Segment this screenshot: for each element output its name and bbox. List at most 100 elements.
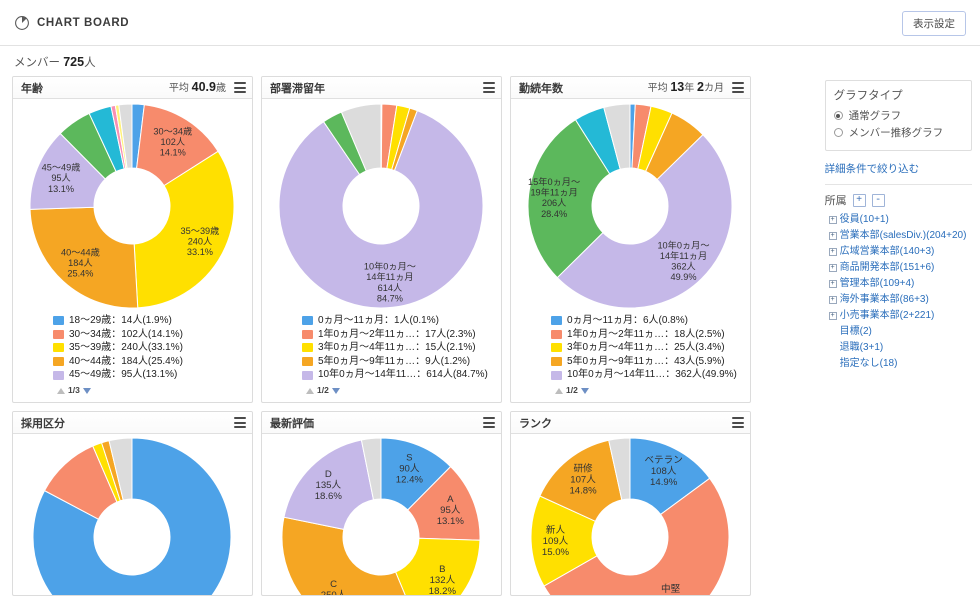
- affiliation-tree-item[interactable]: + 役員(10+1): [828, 212, 972, 228]
- legend-next-page-icon[interactable]: [82, 387, 91, 394]
- affiliation-header: 所属 + -: [825, 192, 972, 208]
- leaf-node-icon: [829, 360, 837, 368]
- hamburger-icon[interactable]: [483, 417, 495, 428]
- expand-all-button[interactable]: +: [852, 193, 866, 207]
- legend-item[interactable]: 45〜49歳：95人(13.1%): [53, 368, 246, 382]
- affiliation-tree-label: 広域営業本部(140+3): [839, 246, 935, 257]
- legend-item[interactable]: 5年0ヵ月〜9年11ヵ…：9人(1.2%): [302, 355, 495, 369]
- affiliation-tree-item[interactable]: + 海外事業本部(86+3): [828, 292, 972, 308]
- legend-prev-page-icon[interactable]: [57, 387, 65, 394]
- donut-chart[interactable]: ベテラン108人14.9%中堅376人51.9%新人109人15.0%研修107…: [511, 434, 750, 595]
- affiliation-tree-item[interactable]: + 管理本部(109+4): [828, 276, 972, 292]
- chart-average: 平均 13年 2カ月: [647, 79, 724, 94]
- chart-title: 最新評価: [270, 417, 314, 430]
- affiliation-tree-label: 指定なし(18): [839, 358, 898, 369]
- legend-swatch: [551, 370, 562, 380]
- affiliation-tree-label: 役員(10+1): [839, 214, 889, 225]
- chart-card-latest-rating: 最新評価 S90人12.4%A95人13.1%B132人18.2%C250人34.…: [261, 411, 502, 596]
- legend-swatch: [302, 370, 313, 380]
- legend-prev-page-icon[interactable]: [306, 387, 314, 394]
- affiliation-tree-item[interactable]: + 広域営業本部(140+3): [828, 244, 972, 260]
- legend-swatch: [551, 316, 562, 326]
- legend-item[interactable]: 3年0ヵ月〜4年11ヵ…：15人(2.1%): [302, 341, 495, 355]
- legend-label: 5年0ヵ月〜9年11ヵ…：9人(1.2%): [318, 355, 471, 367]
- affiliation-tree-label: 小売事業本部(2+221): [839, 310, 935, 321]
- chart-canvas: S90人12.4%A95人13.1%B132人18.2%C250人34.5%D1…: [262, 434, 501, 595]
- legend-item[interactable]: 5年0ヵ月〜9年11ヵ…：43人(5.9%): [551, 355, 744, 369]
- donut-chart[interactable]: 10年0ヵ月〜 14年11ヵ月 614人 84.7%: [262, 99, 501, 314]
- chart-card-header: 勤続年数 平均 13年 2カ月: [511, 77, 750, 99]
- hamburger-icon[interactable]: [234, 82, 246, 93]
- advanced-filter-link[interactable]: 詳細条件で絞り込む: [825, 161, 972, 176]
- legend-item[interactable]: 0ヵ月〜11ヵ月：1人(0.1%): [302, 314, 495, 328]
- legend-item[interactable]: 40〜44歳：184人(25.4%): [53, 355, 246, 369]
- chart-card-header: ランク: [511, 412, 750, 434]
- legend-item[interactable]: 35〜39歳：240人(33.1%): [53, 341, 246, 355]
- expand-node-icon[interactable]: +: [828, 280, 837, 288]
- legend-next-page-icon[interactable]: [331, 387, 340, 394]
- legend-item[interactable]: 1年0ヵ月〜2年11ヵ…：18人(2.5%): [551, 328, 744, 342]
- sidebar: グラフタイプ 通常グラフ メンバー推移グラフ 詳細条件で絞り込む 所属 + - …: [824, 76, 972, 372]
- expand-node-icon[interactable]: +: [828, 264, 837, 272]
- hamburger-icon[interactable]: [732, 417, 744, 428]
- hamburger-icon[interactable]: [732, 82, 744, 93]
- expand-node-icon[interactable]: +: [828, 312, 837, 320]
- legend-swatch: [302, 357, 313, 367]
- hamburger-icon[interactable]: [483, 82, 495, 93]
- legend-label: 3年0ヵ月〜4年11ヵ…：25人(3.4%): [567, 342, 725, 354]
- legend-swatch: [551, 357, 562, 367]
- member-count-summary: メンバー 725人: [0, 46, 980, 76]
- legend-prev-page-icon[interactable]: [555, 387, 563, 394]
- legend-item[interactable]: 18〜29歳：14人(1.9%): [53, 314, 246, 328]
- expand-node-icon[interactable]: +: [828, 296, 837, 304]
- graph-type-option-normal[interactable]: 通常グラフ: [833, 108, 963, 123]
- donut-chart[interactable]: 10年0ヵ月〜 14年11ヵ月 362人 49.9%15年0ヵ月〜 19年11ヵ月 206…: [511, 99, 750, 314]
- expand-node-icon[interactable]: +: [828, 232, 837, 240]
- chart-card-body: S90人12.4%A95人13.1%B132人18.2%C250人34.5%D1…: [262, 434, 501, 595]
- display-settings-button[interactable]: 表示設定: [902, 11, 966, 36]
- donut-chart[interactable]: [13, 434, 252, 595]
- hamburger-icon[interactable]: [234, 417, 246, 428]
- expand-node-icon[interactable]: +: [828, 248, 837, 256]
- graph-type-option-trend-label: メンバー推移グラフ: [848, 127, 944, 139]
- legend-label: 1年0ヵ月〜2年11ヵ…：17人(2.3%): [318, 328, 476, 340]
- chart-grid: 年齢 平均 40.9歳 30〜34歳 102人 14.1% 35〜39歳 240人 33.1%…: [12, 76, 815, 596]
- affiliation-tree-item[interactable]: + 商品開発本部(151+6): [828, 260, 972, 276]
- graph-type-panel: グラフタイプ 通常グラフ メンバー推移グラフ: [824, 80, 972, 151]
- chart-card-header: 年齢 平均 40.9歳: [13, 77, 252, 99]
- chart-card-header: 採用区分: [13, 412, 252, 434]
- legend-item[interactable]: 10年0ヵ月〜14年11…：614人(84.7%): [302, 368, 495, 382]
- legend-swatch: [551, 343, 562, 353]
- affiliation-tree-item[interactable]: + 小売事業本部(2+221): [828, 308, 972, 324]
- affiliation-tree-item[interactable]: 退職(3+1): [829, 340, 972, 356]
- pie-chart-icon: [14, 15, 30, 31]
- legend-item[interactable]: 0ヵ月〜11ヵ月：6人(0.8%): [551, 314, 744, 328]
- affiliation-tree-item[interactable]: + 営業本部(salesDiv.)(204+20): [828, 228, 972, 244]
- legend-label: 0ヵ月〜11ヵ月：1人(0.1%): [318, 315, 439, 326]
- affiliation-tree-item[interactable]: 指定なし(18): [829, 356, 972, 372]
- pie-slice[interactable]: [281, 516, 419, 595]
- member-count-prefix: メンバー: [14, 57, 60, 69]
- legend-label: 40〜44歳：184人(25.4%): [69, 355, 183, 367]
- donut-chart[interactable]: S90人12.4%A95人13.1%B132人18.2%C250人34.5%D1…: [262, 434, 501, 595]
- chart-card-service-years: 勤続年数 平均 13年 2カ月 10年0ヵ月〜 14年11ヵ月 362人 49.9% 15年…: [510, 76, 751, 403]
- radio-normal-graph[interactable]: [833, 111, 843, 120]
- graph-type-option-trend[interactable]: メンバー推移グラフ: [833, 125, 963, 140]
- chart-card-body: [13, 434, 252, 595]
- legend-label: 10年0ヵ月〜14年11…：614人(84.7%): [318, 369, 488, 381]
- expand-node-icon[interactable]: +: [828, 216, 837, 224]
- legend-label: 1年0ヵ月〜2年11ヵ…：18人(2.5%): [567, 328, 725, 340]
- collapse-all-button[interactable]: -: [871, 193, 885, 207]
- legend-item[interactable]: 3年0ヵ月〜4年11ヵ…：25人(3.4%): [551, 341, 744, 355]
- legend-item[interactable]: 1年0ヵ月〜2年11ヵ…：17人(2.3%): [302, 328, 495, 342]
- legend-next-page-icon[interactable]: [580, 387, 589, 394]
- affiliation-tree-item[interactable]: 目標(2): [829, 324, 972, 340]
- radio-member-trend-graph[interactable]: [833, 128, 843, 137]
- legend-item[interactable]: 30〜34歳：102人(14.1%): [53, 328, 246, 342]
- legend-label: 10年0ヵ月〜14年11…：362人(49.9%): [567, 369, 737, 381]
- legend-label: 0ヵ月〜11ヵ月：6人(0.8%): [567, 315, 688, 326]
- affiliation-tree-label: 商品開発本部(151+6): [839, 262, 935, 273]
- legend-item[interactable]: 10年0ヵ月〜14年11…：362人(49.9%): [551, 368, 744, 382]
- brand[interactable]: CHART BOARD: [14, 15, 129, 31]
- donut-chart[interactable]: 30〜34歳 102人 14.1%35〜39歳 240人 33.1%40〜44歳 184人…: [13, 99, 252, 314]
